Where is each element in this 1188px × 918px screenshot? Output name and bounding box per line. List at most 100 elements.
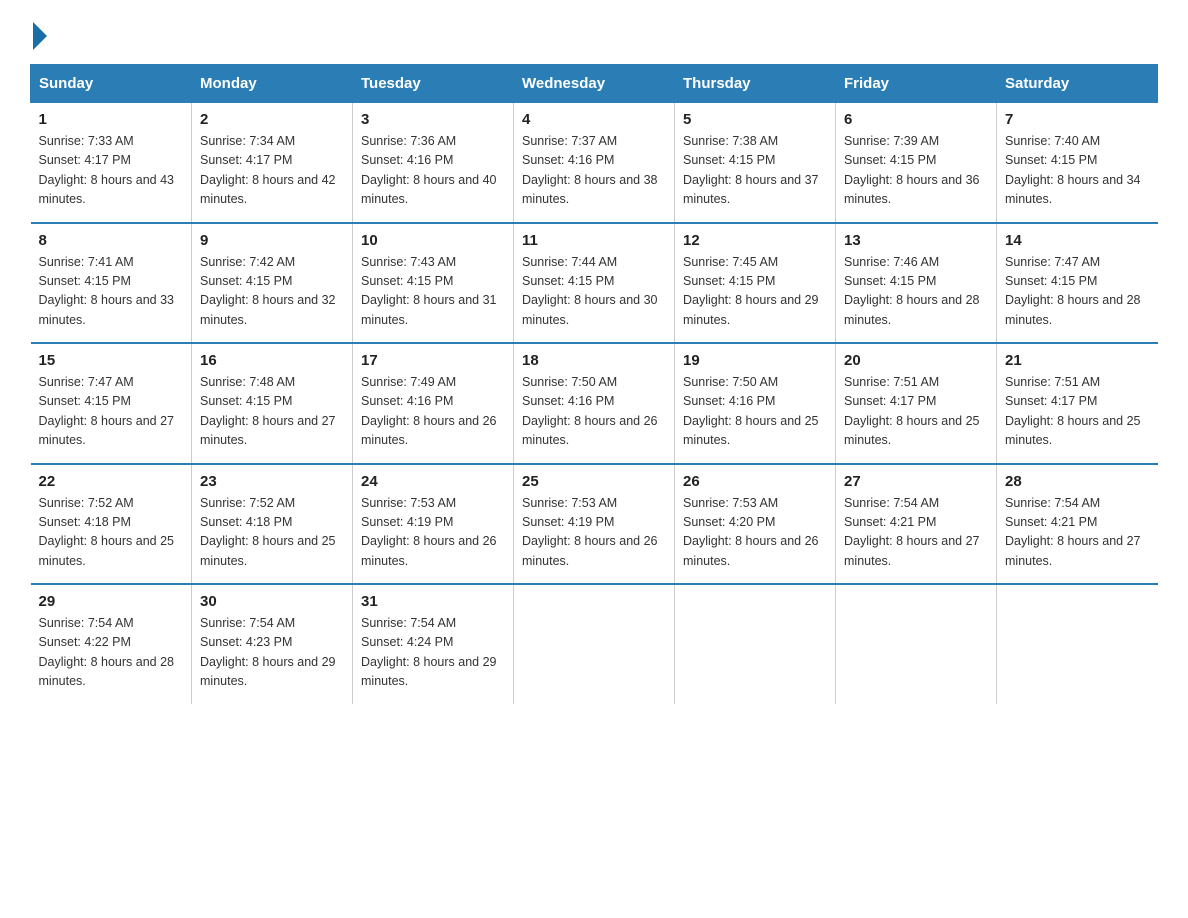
day-number: 27	[844, 473, 988, 490]
day-cell: 17 Sunrise: 7:49 AMSunset: 4:16 PMDaylig…	[353, 343, 514, 464]
day-number: 13	[844, 232, 988, 249]
day-cell	[514, 584, 675, 704]
day-number: 18	[522, 352, 666, 369]
day-cell: 7 Sunrise: 7:40 AMSunset: 4:15 PMDayligh…	[997, 103, 1158, 223]
day-cell: 13 Sunrise: 7:46 AMSunset: 4:15 PMDaylig…	[836, 223, 997, 344]
day-cell: 9 Sunrise: 7:42 AMSunset: 4:15 PMDayligh…	[192, 223, 353, 344]
day-info: Sunrise: 7:41 AMSunset: 4:15 PMDaylight:…	[39, 255, 175, 327]
day-cell: 10 Sunrise: 7:43 AMSunset: 4:15 PMDaylig…	[353, 223, 514, 344]
day-cell: 5 Sunrise: 7:38 AMSunset: 4:15 PMDayligh…	[675, 103, 836, 223]
day-info: Sunrise: 7:37 AMSunset: 4:16 PMDaylight:…	[522, 134, 658, 206]
page-header	[30, 20, 1158, 46]
day-number: 22	[39, 473, 184, 490]
day-info: Sunrise: 7:50 AMSunset: 4:16 PMDaylight:…	[683, 375, 819, 447]
col-tuesday: Tuesday	[353, 65, 514, 103]
day-info: Sunrise: 7:33 AMSunset: 4:17 PMDaylight:…	[39, 134, 175, 206]
day-info: Sunrise: 7:54 AMSunset: 4:21 PMDaylight:…	[1005, 496, 1141, 568]
day-cell: 30 Sunrise: 7:54 AMSunset: 4:23 PMDaylig…	[192, 584, 353, 704]
day-info: Sunrise: 7:53 AMSunset: 4:19 PMDaylight:…	[361, 496, 497, 568]
day-cell: 15 Sunrise: 7:47 AMSunset: 4:15 PMDaylig…	[31, 343, 192, 464]
day-number: 8	[39, 232, 184, 249]
col-wednesday: Wednesday	[514, 65, 675, 103]
day-number: 12	[683, 232, 827, 249]
day-number: 10	[361, 232, 505, 249]
day-info: Sunrise: 7:48 AMSunset: 4:15 PMDaylight:…	[200, 375, 336, 447]
day-number: 19	[683, 352, 827, 369]
day-info: Sunrise: 7:51 AMSunset: 4:17 PMDaylight:…	[844, 375, 980, 447]
day-number: 29	[39, 593, 184, 610]
week-row-1: 1 Sunrise: 7:33 AMSunset: 4:17 PMDayligh…	[31, 103, 1158, 223]
day-number: 5	[683, 111, 827, 128]
day-info: Sunrise: 7:47 AMSunset: 4:15 PMDaylight:…	[1005, 255, 1141, 327]
day-cell: 25 Sunrise: 7:53 AMSunset: 4:19 PMDaylig…	[514, 464, 675, 585]
day-info: Sunrise: 7:54 AMSunset: 4:23 PMDaylight:…	[200, 616, 336, 688]
day-info: Sunrise: 7:44 AMSunset: 4:15 PMDaylight:…	[522, 255, 658, 327]
day-info: Sunrise: 7:50 AMSunset: 4:16 PMDaylight:…	[522, 375, 658, 447]
day-cell	[675, 584, 836, 704]
col-saturday: Saturday	[997, 65, 1158, 103]
logo-triangle-icon	[33, 22, 47, 50]
day-number: 1	[39, 111, 184, 128]
day-cell: 16 Sunrise: 7:48 AMSunset: 4:15 PMDaylig…	[192, 343, 353, 464]
day-number: 21	[1005, 352, 1150, 369]
day-number: 31	[361, 593, 505, 610]
day-cell: 12 Sunrise: 7:45 AMSunset: 4:15 PMDaylig…	[675, 223, 836, 344]
day-number: 9	[200, 232, 344, 249]
day-info: Sunrise: 7:42 AMSunset: 4:15 PMDaylight:…	[200, 255, 336, 327]
day-info: Sunrise: 7:51 AMSunset: 4:17 PMDaylight:…	[1005, 375, 1141, 447]
day-info: Sunrise: 7:38 AMSunset: 4:15 PMDaylight:…	[683, 134, 819, 206]
day-number: 14	[1005, 232, 1150, 249]
day-cell	[997, 584, 1158, 704]
day-number: 15	[39, 352, 184, 369]
day-info: Sunrise: 7:47 AMSunset: 4:15 PMDaylight:…	[39, 375, 175, 447]
col-friday: Friday	[836, 65, 997, 103]
day-cell: 2 Sunrise: 7:34 AMSunset: 4:17 PMDayligh…	[192, 103, 353, 223]
day-cell: 1 Sunrise: 7:33 AMSunset: 4:17 PMDayligh…	[31, 103, 192, 223]
day-cell: 3 Sunrise: 7:36 AMSunset: 4:16 PMDayligh…	[353, 103, 514, 223]
day-cell: 27 Sunrise: 7:54 AMSunset: 4:21 PMDaylig…	[836, 464, 997, 585]
day-number: 20	[844, 352, 988, 369]
day-number: 6	[844, 111, 988, 128]
day-info: Sunrise: 7:34 AMSunset: 4:17 PMDaylight:…	[200, 134, 336, 206]
day-number: 3	[361, 111, 505, 128]
day-number: 30	[200, 593, 344, 610]
day-cell: 28 Sunrise: 7:54 AMSunset: 4:21 PMDaylig…	[997, 464, 1158, 585]
day-info: Sunrise: 7:45 AMSunset: 4:15 PMDaylight:…	[683, 255, 819, 327]
day-number: 7	[1005, 111, 1150, 128]
day-number: 28	[1005, 473, 1150, 490]
day-number: 25	[522, 473, 666, 490]
week-row-2: 8 Sunrise: 7:41 AMSunset: 4:15 PMDayligh…	[31, 223, 1158, 344]
day-number: 11	[522, 232, 666, 249]
day-info: Sunrise: 7:49 AMSunset: 4:16 PMDaylight:…	[361, 375, 497, 447]
day-cell: 6 Sunrise: 7:39 AMSunset: 4:15 PMDayligh…	[836, 103, 997, 223]
day-cell: 19 Sunrise: 7:50 AMSunset: 4:16 PMDaylig…	[675, 343, 836, 464]
day-cell: 31 Sunrise: 7:54 AMSunset: 4:24 PMDaylig…	[353, 584, 514, 704]
day-cell: 20 Sunrise: 7:51 AMSunset: 4:17 PMDaylig…	[836, 343, 997, 464]
day-info: Sunrise: 7:39 AMSunset: 4:15 PMDaylight:…	[844, 134, 980, 206]
col-sunday: Sunday	[31, 65, 192, 103]
day-info: Sunrise: 7:53 AMSunset: 4:19 PMDaylight:…	[522, 496, 658, 568]
day-cell: 24 Sunrise: 7:53 AMSunset: 4:19 PMDaylig…	[353, 464, 514, 585]
day-cell: 4 Sunrise: 7:37 AMSunset: 4:16 PMDayligh…	[514, 103, 675, 223]
day-cell: 18 Sunrise: 7:50 AMSunset: 4:16 PMDaylig…	[514, 343, 675, 464]
day-info: Sunrise: 7:46 AMSunset: 4:15 PMDaylight:…	[844, 255, 980, 327]
day-cell: 22 Sunrise: 7:52 AMSunset: 4:18 PMDaylig…	[31, 464, 192, 585]
day-cell: 29 Sunrise: 7:54 AMSunset: 4:22 PMDaylig…	[31, 584, 192, 704]
day-cell: 11 Sunrise: 7:44 AMSunset: 4:15 PMDaylig…	[514, 223, 675, 344]
day-number: 2	[200, 111, 344, 128]
day-cell: 8 Sunrise: 7:41 AMSunset: 4:15 PMDayligh…	[31, 223, 192, 344]
day-number: 23	[200, 473, 344, 490]
day-number: 24	[361, 473, 505, 490]
day-number: 4	[522, 111, 666, 128]
day-number: 16	[200, 352, 344, 369]
week-row-4: 22 Sunrise: 7:52 AMSunset: 4:18 PMDaylig…	[31, 464, 1158, 585]
day-info: Sunrise: 7:54 AMSunset: 4:21 PMDaylight:…	[844, 496, 980, 568]
col-monday: Monday	[192, 65, 353, 103]
day-info: Sunrise: 7:43 AMSunset: 4:15 PMDaylight:…	[361, 255, 497, 327]
day-info: Sunrise: 7:54 AMSunset: 4:24 PMDaylight:…	[361, 616, 497, 688]
day-info: Sunrise: 7:36 AMSunset: 4:16 PMDaylight:…	[361, 134, 497, 206]
day-info: Sunrise: 7:40 AMSunset: 4:15 PMDaylight:…	[1005, 134, 1141, 206]
col-thursday: Thursday	[675, 65, 836, 103]
day-cell	[836, 584, 997, 704]
day-cell: 21 Sunrise: 7:51 AMSunset: 4:17 PMDaylig…	[997, 343, 1158, 464]
